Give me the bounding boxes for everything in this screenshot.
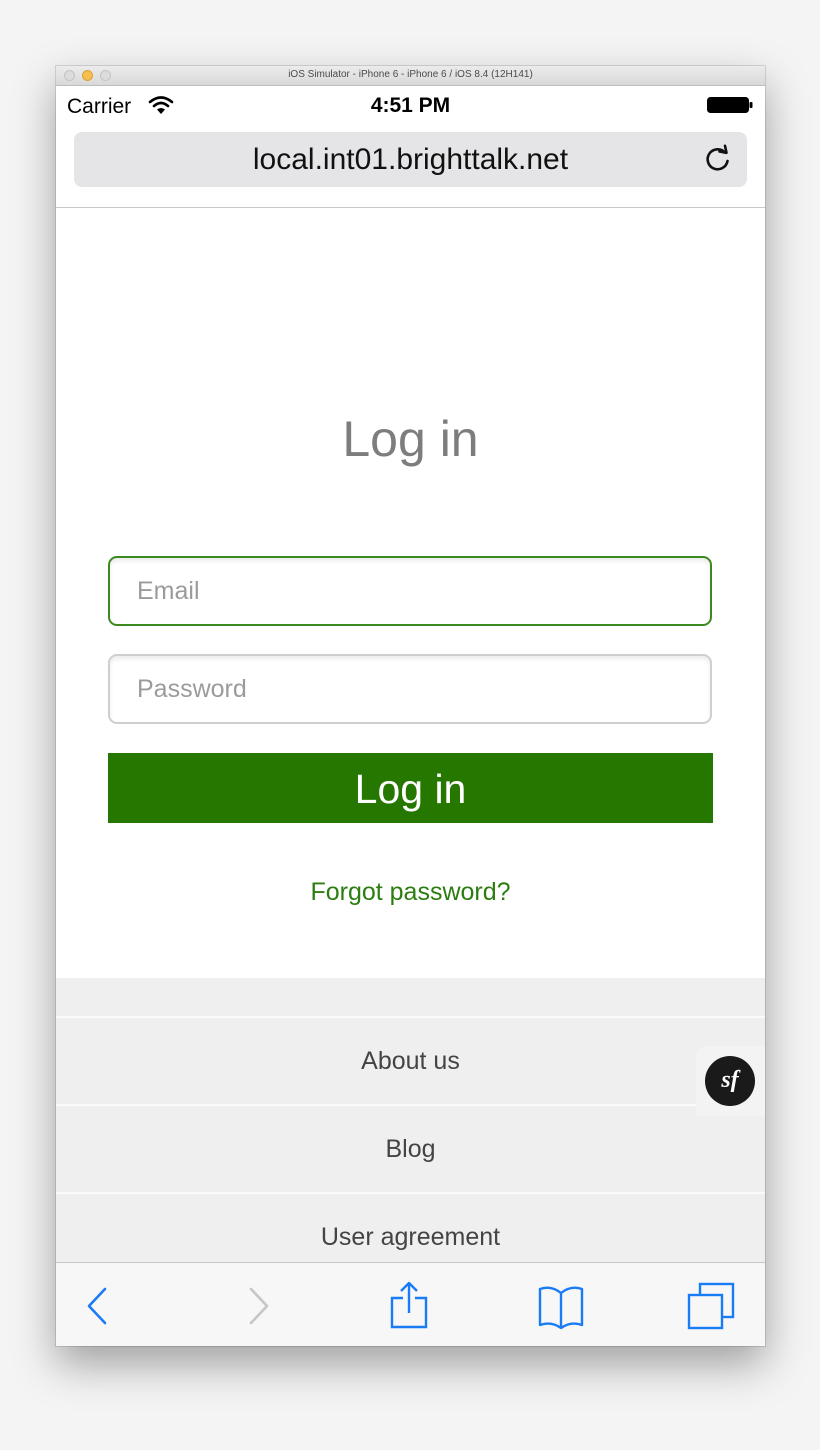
footer-link-blog[interactable]: Blog <box>56 1104 765 1192</box>
symfony-logo-icon: sf <box>705 1056 755 1106</box>
safari-bottom-toolbar <box>56 1262 765 1346</box>
email-field-wrapper <box>108 556 712 626</box>
forward-icon[interactable] <box>232 1281 282 1331</box>
window-titlebar: iOS Simulator - iPhone 6 - iPhone 6 / iO… <box>56 66 765 86</box>
simulator-window: iOS Simulator - iPhone 6 - iPhone 6 / iO… <box>56 66 765 1346</box>
window-title: iOS Simulator - iPhone 6 - iPhone 6 / iO… <box>288 69 533 80</box>
bookmarks-icon[interactable] <box>536 1281 586 1331</box>
back-icon[interactable] <box>74 1281 124 1331</box>
reload-icon[interactable] <box>703 144 733 174</box>
footer-link-about-us[interactable]: About us <box>56 1016 765 1104</box>
url-text[interactable]: local.int01.brighttalk.net <box>74 143 747 177</box>
status-time: 4:51 PM <box>370 94 451 117</box>
address-bar[interactable]: local.int01.brighttalk.net <box>74 132 747 187</box>
email-input[interactable] <box>110 558 710 624</box>
page-title: Log in <box>342 411 479 467</box>
page-footer: About us Blog User agreement <box>56 978 765 1268</box>
ios-status-bar: Carrier 4:51 PM <box>56 86 765 126</box>
symfony-debug-badge[interactable]: sf <box>696 1046 765 1116</box>
password-input[interactable] <box>110 656 710 722</box>
battery-icon <box>707 97 753 113</box>
password-field-wrapper <box>108 654 712 724</box>
forgot-password-link[interactable]: Forgot password? <box>56 878 765 907</box>
web-page: Log in Log in Forgot password? About us … <box>56 208 765 1268</box>
share-icon[interactable] <box>384 1281 434 1331</box>
browser-address-area: local.int01.brighttalk.net <box>56 126 765 208</box>
tabs-icon[interactable] <box>686 1281 736 1331</box>
login-button[interactable]: Log in <box>108 753 713 823</box>
